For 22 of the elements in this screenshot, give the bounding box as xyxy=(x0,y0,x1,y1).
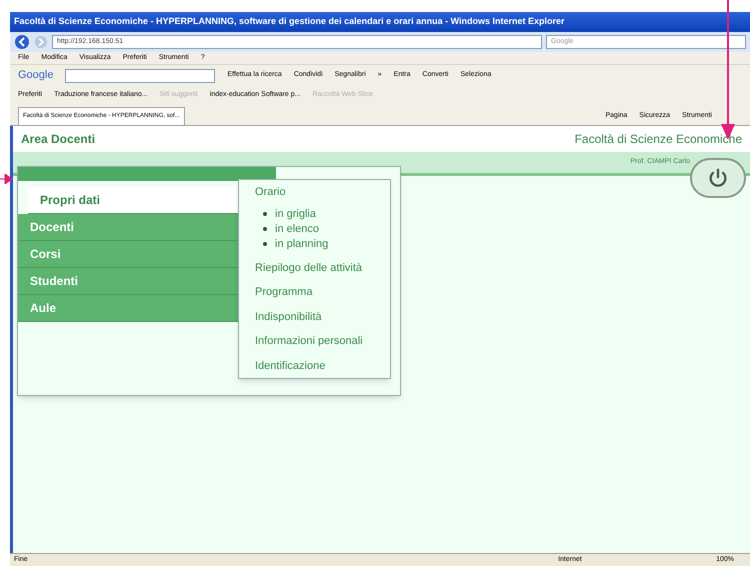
faculty-name: Facoltà di Scienze Economiche xyxy=(574,131,742,148)
back-icon[interactable] xyxy=(14,34,30,50)
bullet-icon xyxy=(263,227,267,231)
submenu-link[interactable]: Riepilogo delle attività xyxy=(255,260,374,276)
menu-item[interactable]: Propri dati xyxy=(28,187,240,214)
annotation-arrow xyxy=(0,174,12,184)
submenu-link[interactable]: Orario xyxy=(255,184,374,200)
submenu-link[interactable]: in griglia xyxy=(275,206,316,222)
bullet-icon xyxy=(263,212,267,216)
submenu-link[interactable]: Indisponibilità xyxy=(255,308,374,325)
power-icon xyxy=(707,167,729,189)
power-button[interactable] xyxy=(690,158,746,198)
submenu-link[interactable]: Informazioni personali xyxy=(255,333,374,350)
submenu-link[interactable]: in elenco xyxy=(275,220,320,238)
submenu-link[interactable]: Identificazione xyxy=(255,358,374,374)
window-title: Facoltà di Scienze Economiche - HYPERPLANNING, software di gestione dei calendari e orari annua - Windows Internet Explorer xyxy=(14,15,565,28)
submenu-link[interactable]: in planning xyxy=(275,236,328,252)
submenu-link[interactable]: Programma xyxy=(255,284,374,300)
google-search-field[interactable] xyxy=(65,68,216,82)
area-title: Area Docenti xyxy=(21,131,96,148)
bullet-icon xyxy=(263,242,267,246)
google-logo: Google xyxy=(18,68,54,84)
